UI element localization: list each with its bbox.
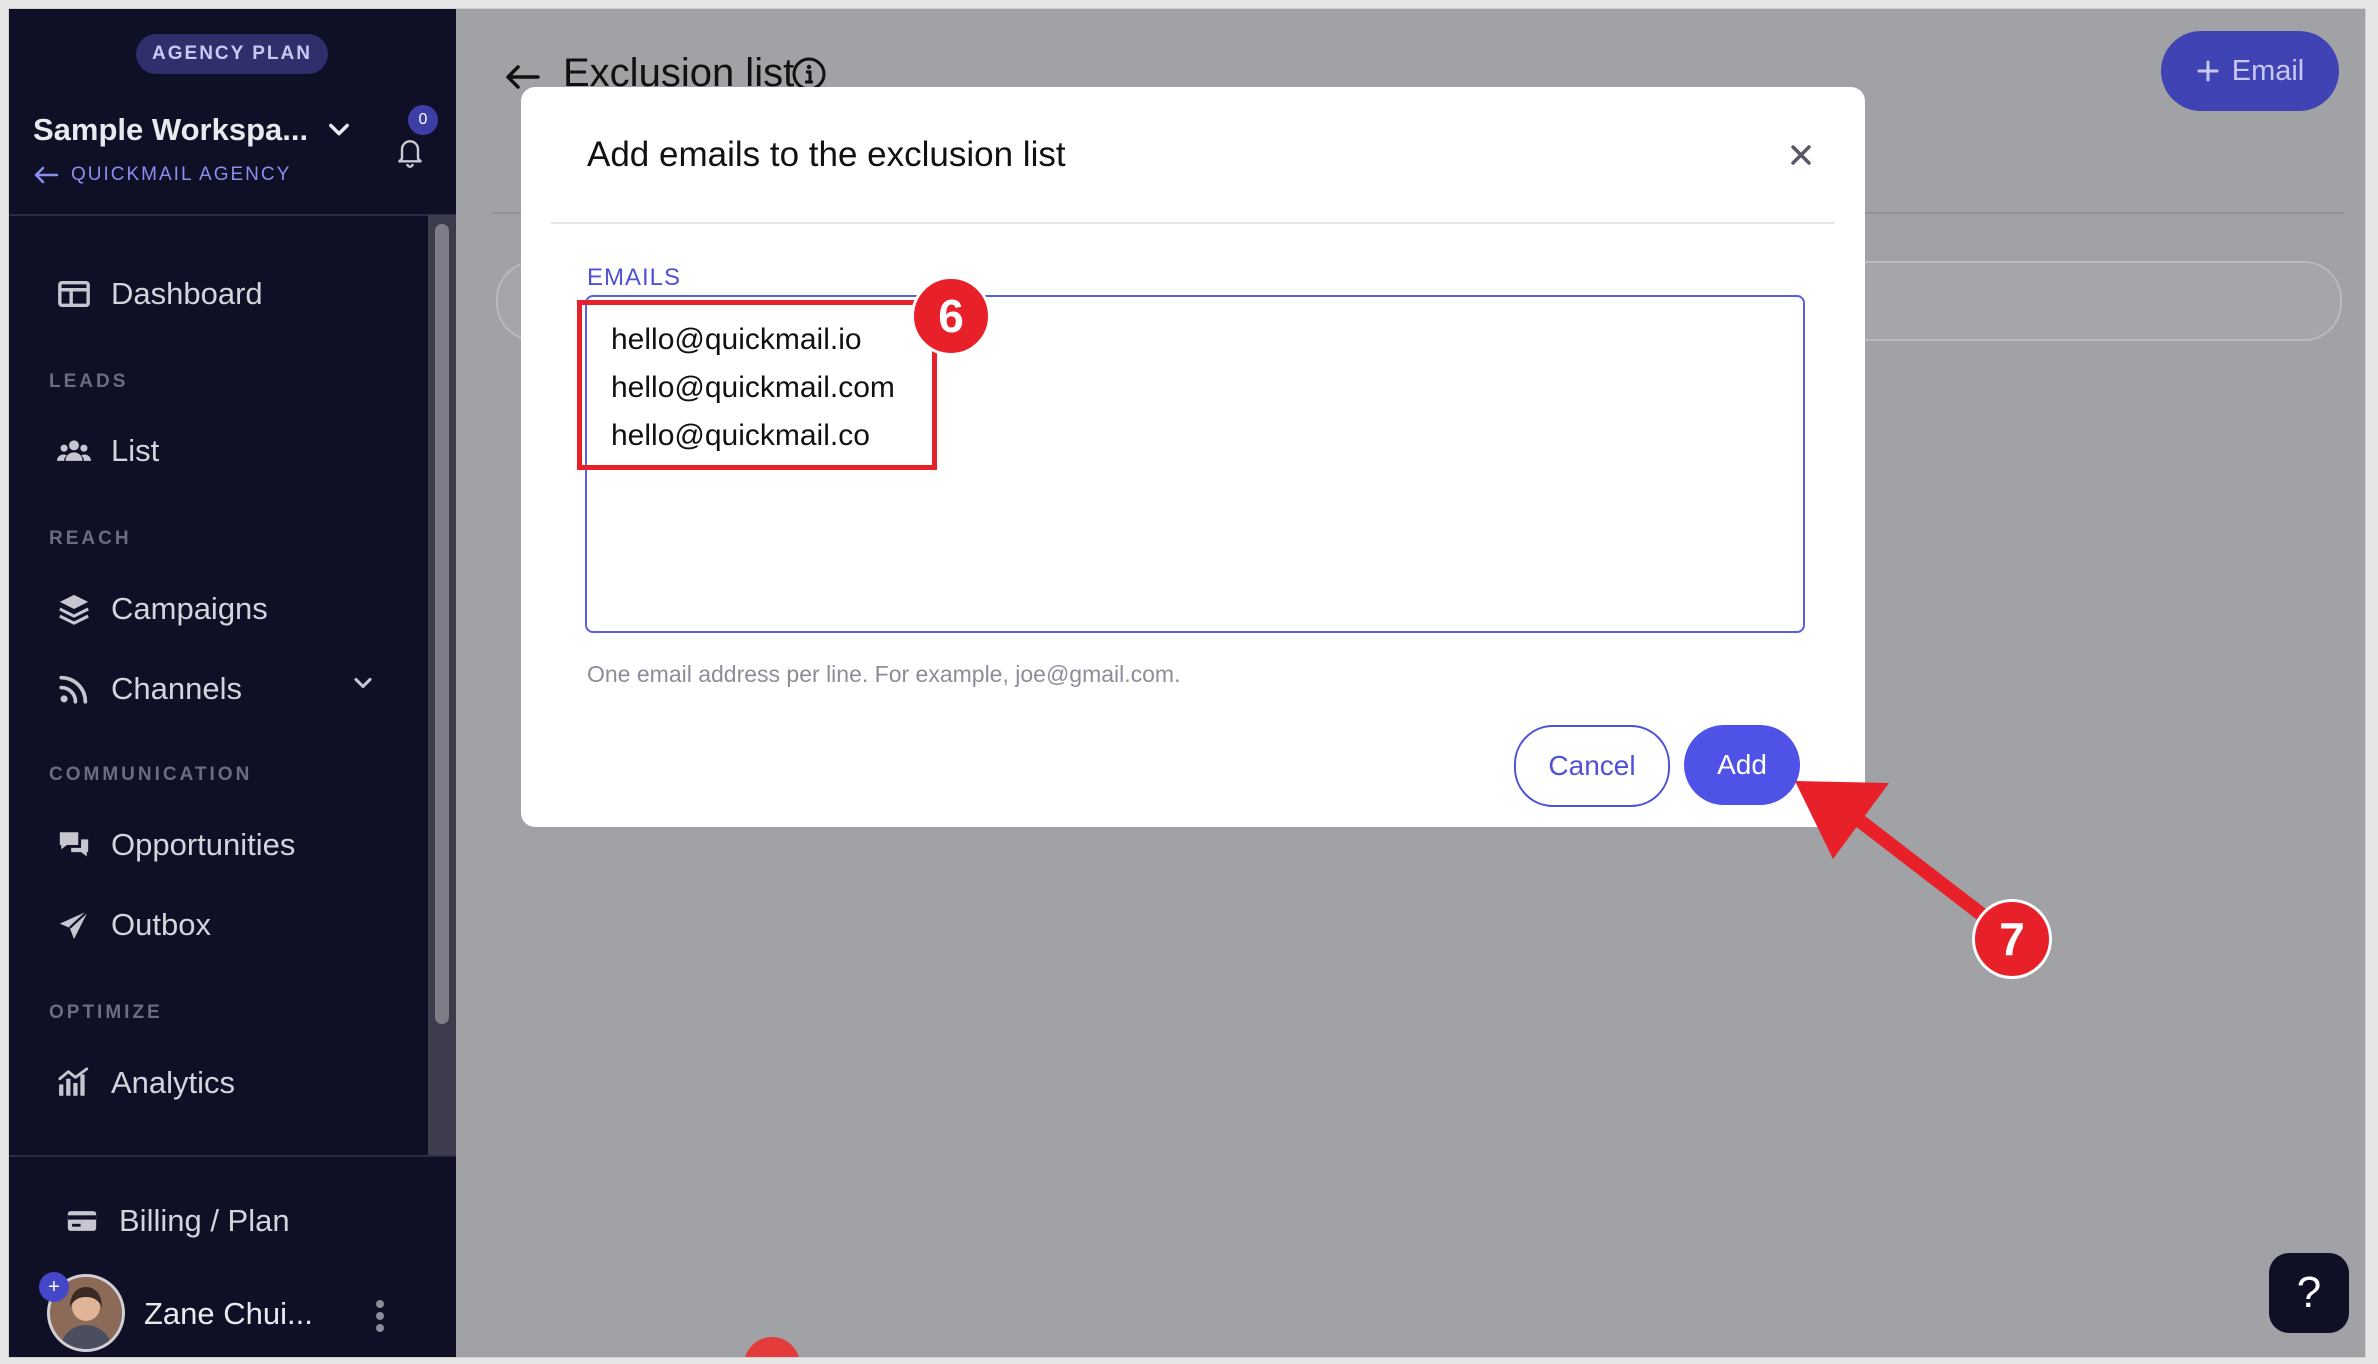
sidebar-item-list[interactable]: List: [57, 433, 159, 469]
credit-card-icon: [67, 1211, 97, 1231]
sidebar-item-dashboard[interactable]: Dashboard: [57, 276, 263, 312]
sidebar-item-label: Analytics: [111, 1065, 236, 1100]
highlight-box: [577, 300, 937, 470]
modal-divider: [551, 222, 1835, 224]
sidebar: AGENCY PLAN Sample Workspa... QUICKMAIL …: [9, 9, 456, 1357]
section-label-communication: COMMUNICATION: [49, 764, 253, 785]
step-7-badge: 7: [1972, 899, 2052, 979]
chevron-down-icon[interactable]: [349, 669, 377, 697]
notification-count-badge: 0: [408, 105, 438, 135]
dashboard-icon: [58, 280, 90, 308]
sidebar-divider: [9, 1155, 456, 1157]
sidebar-item-analytics[interactable]: Analytics: [57, 1065, 235, 1101]
sidebar-item-label: Channels: [111, 671, 242, 706]
parent-agency-link[interactable]: QUICKMAIL AGENCY: [33, 164, 291, 186]
paper-plane-icon: [59, 910, 89, 940]
section-label-optimize: OPTIMIZE: [49, 1002, 163, 1023]
user-name: Zane Chui...: [144, 1296, 313, 1331]
add-workspace-icon[interactable]: +: [39, 1272, 69, 1302]
bell-icon[interactable]: [394, 134, 426, 170]
plus-icon: [2197, 60, 2219, 82]
plan-badge: AGENCY PLAN: [136, 34, 328, 74]
parent-agency-label: QUICKMAIL AGENCY: [71, 164, 292, 185]
arrow-left-icon: [34, 166, 59, 184]
section-label-leads: LEADS: [49, 371, 129, 392]
modal-title: Add emails to the exclusion list: [587, 135, 1066, 174]
floating-indicator: [744, 1337, 800, 1357]
app-window: AGENCY PLAN Sample Workspa... QUICKMAIL …: [8, 8, 2366, 1358]
sidebar-divider: [9, 214, 456, 216]
add-button[interactable]: Add: [1684, 725, 1800, 805]
workspace-name[interactable]: Sample Workspa...: [33, 112, 308, 148]
sidebar-item-opportunities[interactable]: Opportunities: [57, 827, 295, 863]
layers-icon: [59, 594, 89, 625]
more-options-icon[interactable]: [375, 1299, 385, 1333]
emails-help-text: One email address per line. For example,…: [587, 661, 1181, 687]
close-icon[interactable]: [1787, 141, 1815, 169]
add-email-label: Email: [2231, 54, 2305, 87]
sidebar-item-label: Dashboard: [111, 276, 263, 311]
sidebar-item-label: Opportunities: [111, 827, 296, 862]
sidebar-item-label: Campaigns: [111, 591, 268, 626]
sidebar-item-label: Billing / Plan: [119, 1203, 290, 1238]
sidebar-item-label: Outbox: [111, 907, 211, 942]
step-6-badge: 6: [911, 276, 991, 356]
users-icon: [57, 440, 91, 461]
sidebar-item-campaigns[interactable]: Campaigns: [57, 591, 268, 627]
emails-field-label: EMAILS: [587, 264, 682, 291]
section-label-reach: REACH: [49, 528, 132, 549]
chevron-down-icon[interactable]: [325, 115, 353, 143]
sidebar-item-outbox[interactable]: Outbox: [57, 907, 211, 943]
chat-icon: [59, 832, 89, 857]
chart-icon: [58, 1067, 89, 1096]
sidebar-item-channels[interactable]: Channels: [57, 671, 242, 707]
sidebar-item-billing[interactable]: Billing / Plan: [65, 1203, 290, 1239]
cancel-button[interactable]: Cancel: [1514, 725, 1670, 807]
help-button[interactable]: ?: [2269, 1253, 2349, 1333]
sidebar-item-label: List: [111, 433, 160, 468]
sidebar-scroll-thumb[interactable]: [435, 224, 449, 1024]
add-email-button[interactable]: Email: [2161, 31, 2339, 111]
rss-icon: [59, 675, 88, 704]
